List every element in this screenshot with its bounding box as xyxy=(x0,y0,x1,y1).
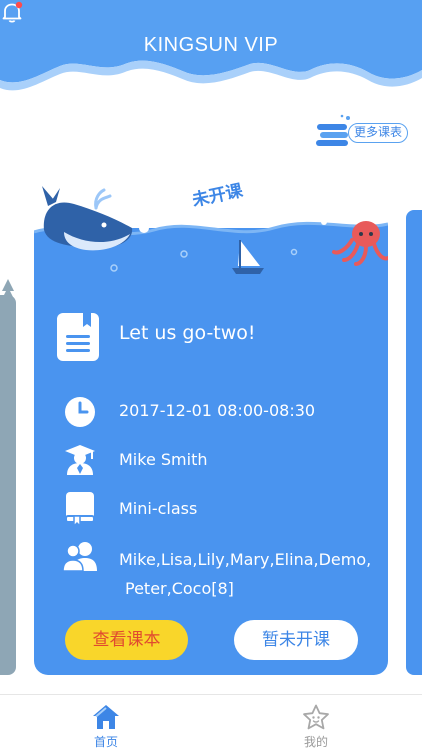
more-courses-label: 更多课表 xyxy=(348,123,408,143)
document-icon xyxy=(57,313,99,361)
tree-icon xyxy=(1,279,15,301)
notification-dot xyxy=(15,1,23,9)
whale-icon xyxy=(42,186,133,251)
course-title: Let us go-two! xyxy=(119,322,256,344)
class-not-started-button[interactable]: 暂未开课 xyxy=(234,620,358,660)
clock-icon xyxy=(65,397,95,427)
course-time: 2017-12-01 08:00-08:30 xyxy=(119,401,316,420)
view-textbook-button[interactable]: 查看课本 xyxy=(65,620,188,660)
student-list: Mike,Lisa,Lily,Mary,Elina,Demo, Peter,Co… xyxy=(119,545,385,603)
student-list-line-1: Mike,Lisa,Lily,Mary,Elina,Demo, xyxy=(119,550,372,569)
app-title: KINGSUN VIP xyxy=(143,34,279,56)
tab-bar: 首页 我的 xyxy=(0,694,422,750)
previous-card-edge[interactable] xyxy=(0,279,16,675)
book-icon xyxy=(65,492,95,526)
teacher-name: Mike Smith xyxy=(119,450,208,469)
more-courses-link[interactable]: 更多课表 xyxy=(314,114,414,148)
star-face-icon xyxy=(303,704,329,730)
student-list-line-2: Peter,Coco[8] xyxy=(125,579,234,598)
teacher-icon xyxy=(65,445,95,475)
tab-mine-label: 我的 xyxy=(303,735,328,749)
bell-icon[interactable] xyxy=(0,0,24,24)
tab-home-label: 首页 xyxy=(93,735,118,749)
status-bubble: 未开课 xyxy=(174,168,260,220)
tab-mine[interactable]: 我的 xyxy=(276,695,356,751)
students-icon xyxy=(62,542,97,572)
tab-home[interactable]: 首页 xyxy=(66,695,146,751)
class-type: Mini-class xyxy=(119,499,198,518)
header: KINGSUN VIP xyxy=(0,0,422,92)
home-icon xyxy=(93,705,119,729)
next-card-edge[interactable] xyxy=(406,210,422,675)
